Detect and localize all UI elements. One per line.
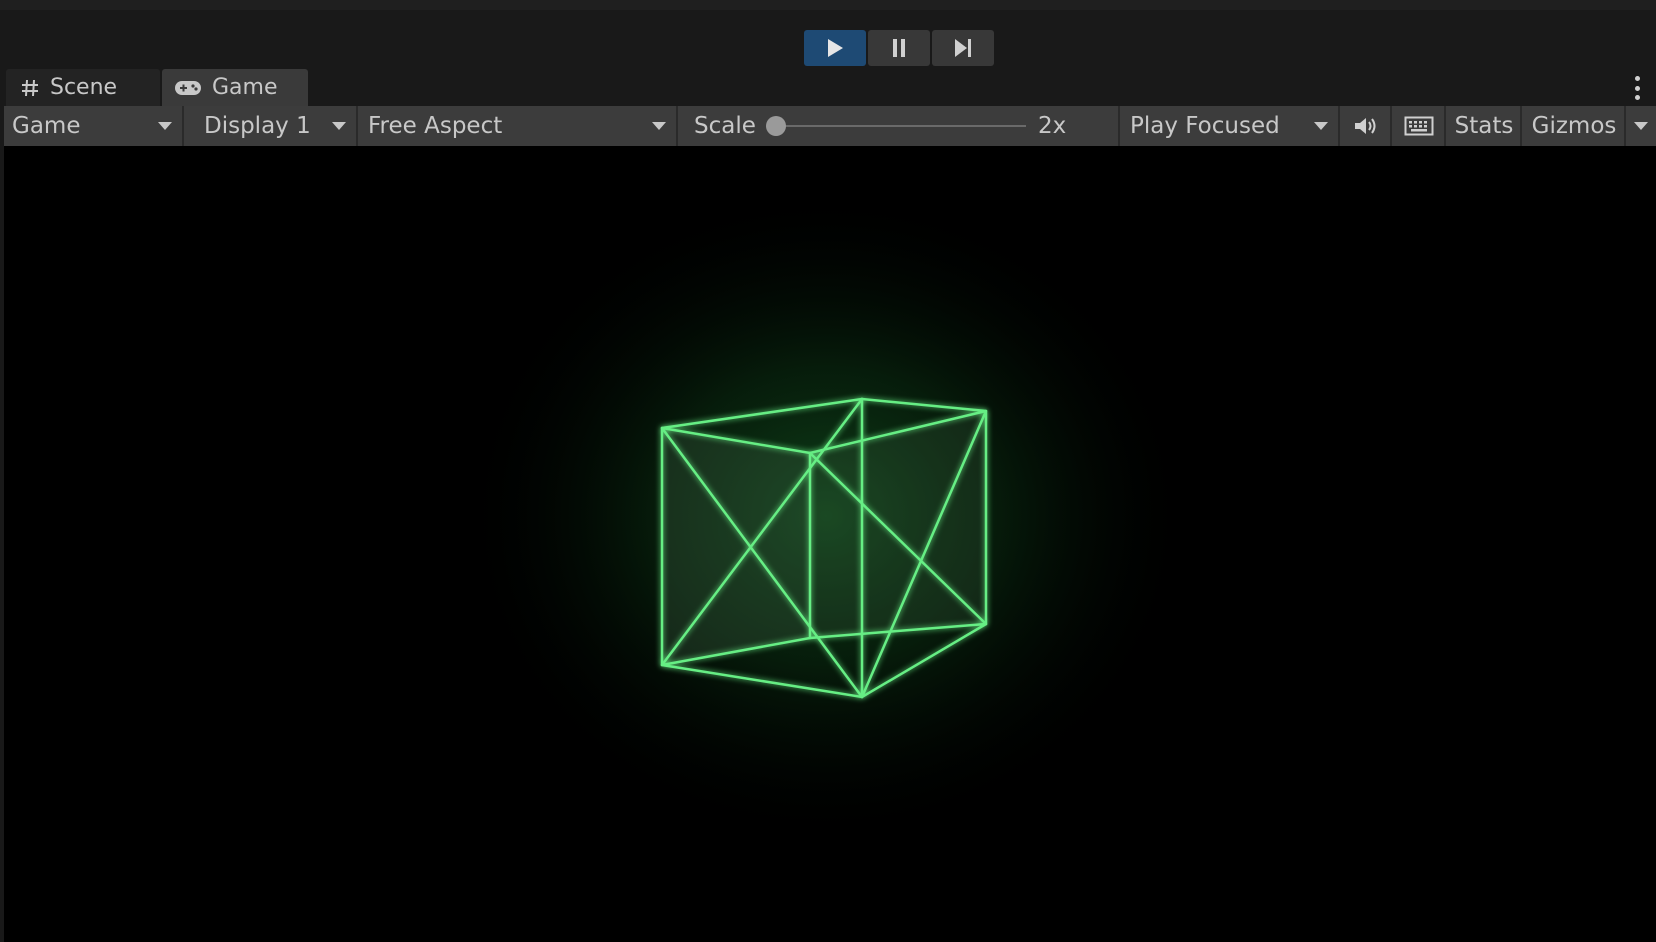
play-mode-dropdown[interactable]: Play Focused: [1122, 106, 1340, 146]
tab-game[interactable]: Game: [162, 69, 308, 106]
display-value: Display 1: [204, 113, 311, 139]
scale-label: Scale: [694, 113, 756, 139]
view-mode-dropdown[interactable]: Game: [4, 106, 184, 146]
chevron-down-icon: [158, 122, 172, 130]
aspect-value: Free Aspect: [368, 113, 503, 139]
stats-label: Stats: [1454, 113, 1514, 139]
tab-game-label: Game: [212, 75, 278, 100]
pause-button[interactable]: [868, 30, 930, 66]
gizmos-button[interactable]: Gizmos: [1524, 106, 1626, 146]
play-icon: [828, 39, 843, 57]
scene-render: [456, 186, 1196, 846]
chevron-down-icon: [1314, 122, 1328, 130]
mute-audio-button[interactable]: [1342, 106, 1392, 146]
more-options-icon[interactable]: [1634, 76, 1640, 100]
tab-strip: Scene Game: [0, 68, 1656, 106]
pause-icon: [893, 39, 905, 57]
play-controls: [804, 30, 994, 66]
speaker-icon: [1355, 118, 1376, 134]
aspect-dropdown[interactable]: Free Aspect: [360, 106, 678, 146]
play-mode-value: Play Focused: [1130, 113, 1280, 139]
view-mode-value: Game: [12, 113, 81, 139]
game-viewport[interactable]: [4, 146, 1656, 942]
step-button[interactable]: [932, 30, 994, 66]
game-view-toolbar: Game Display 1 Free Aspect Scale 2x Play…: [4, 106, 1656, 146]
grid-hash-icon: [20, 78, 40, 98]
game-view-window: Scene Game Game Display 1 Free Aspect Sc…: [0, 0, 1656, 942]
keyboard-icon: [1404, 116, 1434, 136]
scale-slider-handle[interactable]: [766, 116, 786, 136]
tab-scene[interactable]: Scene: [6, 69, 160, 106]
gizmos-dropdown[interactable]: [1626, 106, 1656, 146]
play-toolbar: [0, 0, 1656, 68]
keyboard-shortcuts-button[interactable]: [1394, 106, 1446, 146]
play-button[interactable]: [804, 30, 866, 66]
gizmos-label: Gizmos: [1531, 113, 1617, 139]
stats-button[interactable]: Stats: [1448, 106, 1522, 146]
chevron-down-icon: [1634, 122, 1648, 130]
chevron-down-icon: [332, 122, 346, 130]
tab-scene-label: Scene: [50, 75, 118, 100]
display-dropdown[interactable]: Display 1: [186, 106, 358, 146]
scale-value: 2x: [1038, 113, 1067, 139]
gamepad-icon: [174, 79, 202, 97]
step-icon: [955, 39, 971, 57]
scale-slider-track[interactable]: [776, 125, 1026, 127]
scale-control: Scale 2x: [680, 106, 1120, 146]
chevron-down-icon: [652, 122, 666, 130]
